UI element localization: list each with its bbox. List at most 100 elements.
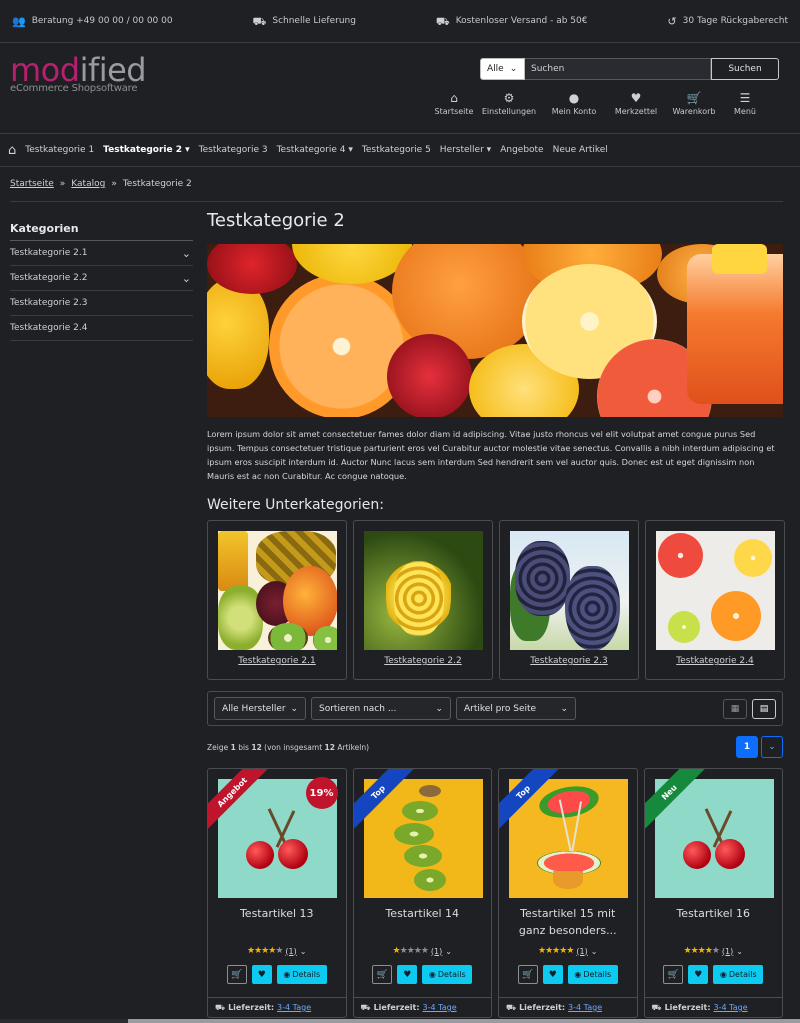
per-page-select[interactable]: Artikel pro Seite ⌄: [456, 697, 576, 720]
subcategory-link[interactable]: Testkategorie 2.2: [384, 656, 462, 666]
product-rating[interactable]: ★★★★★ (1) ⌄: [218, 946, 336, 956]
truck-icon: ⛟: [215, 1002, 226, 1012]
delivery-text: Schnelle Lieferung: [272, 16, 356, 26]
chevron-down-icon[interactable]: ⌄: [182, 247, 191, 260]
logo[interactable]: modified eCommerce Shopsoftware: [10, 54, 147, 94]
main-content: Testkategorie 2 Lorem ipsum dolor sit am…: [207, 210, 785, 1018]
product-card: Neu Testartikel 16 ★★★★★ (1) ⌄ 🛒 ♥ ◉ Details …: [643, 768, 783, 1018]
scrollbar-thumb[interactable]: [128, 1019, 800, 1023]
nav-item-hersteller[interactable]: Hersteller ▾: [440, 145, 491, 155]
result-to: 12: [251, 742, 262, 752]
header-nav-label: Merkzettel: [614, 107, 658, 116]
search-scope-select[interactable]: Alle ⌄: [480, 58, 525, 80]
delivery-time: ⛟ Lieferzeit: 3-4 Tage: [353, 997, 491, 1017]
add-to-cart-button[interactable]: 🛒: [517, 965, 538, 984]
subcategory-image: [363, 531, 483, 650]
product-name[interactable]: Testartikel 13: [218, 905, 336, 939]
sidebar-item[interactable]: Testkategorie 2.3: [10, 291, 193, 316]
home-icon[interactable]: ⌂: [8, 144, 16, 157]
delivery-value-link[interactable]: 3-4 Tage: [277, 1003, 311, 1012]
product-name[interactable]: Testartikel 14: [364, 905, 482, 939]
breadcrumb-link[interactable]: Katalog: [71, 179, 105, 189]
search-button[interactable]: Suchen: [711, 58, 779, 80]
truck-icon: ⛟: [506, 1002, 517, 1012]
search-form: Alle ⌄ Suchen Suchen: [480, 58, 779, 80]
details-button[interactable]: ◉ Details: [713, 965, 764, 984]
eye-icon: ◉: [428, 970, 436, 979]
grid-view-button[interactable]: ▦: [723, 698, 747, 719]
page-button-current[interactable]: 1: [736, 736, 758, 758]
page-next-button[interactable]: ⌄: [761, 736, 783, 758]
eye-icon: ◉: [283, 970, 291, 979]
nav-item-testkategorie-2[interactable]: Testkategorie 2 ▾: [103, 145, 190, 155]
product-name[interactable]: Testartikel 16: [655, 905, 773, 939]
header-nav-settings[interactable]: ⚙ Einstellungen: [476, 92, 542, 116]
nav-item-testkategorie-4[interactable]: Testkategorie 4 ▾: [277, 145, 353, 155]
star-rating-icon: ★★★★★: [538, 946, 574, 956]
cart-icon: 🛒: [667, 969, 679, 980]
add-to-cart-button[interactable]: 🛒: [372, 965, 393, 984]
header-nav-wishlist[interactable]: ♥ Merkzettel: [606, 92, 666, 116]
chevron-down-icon[interactable]: ⌄: [182, 272, 191, 285]
add-to-wishlist-button[interactable]: ♥: [542, 965, 563, 984]
details-label: Details: [728, 970, 757, 979]
breadcrumb-link[interactable]: Startseite: [10, 179, 54, 189]
heart-icon: ♥: [257, 969, 266, 980]
discount-badge: 19%: [305, 777, 338, 809]
subcategory-card[interactable]: Testkategorie 2.4: [645, 520, 785, 680]
add-to-wishlist-button[interactable]: ♥: [251, 965, 272, 984]
sidebar-item[interactable]: Testkategorie 2.1 ⌄: [10, 241, 193, 266]
search-input[interactable]: Suchen: [525, 58, 711, 80]
chevron-down-icon: ⌄: [299, 946, 307, 956]
header-nav-label: Einstellungen: [481, 107, 537, 116]
header-nav-account[interactable]: ● Mein Konto: [542, 92, 606, 116]
gear-icon: ⚙: [503, 91, 515, 105]
list-view-button[interactable]: ▤: [752, 698, 776, 719]
delivery-value-link[interactable]: 3-4 Tage: [568, 1003, 602, 1012]
subcategory-link[interactable]: Testkategorie 2.3: [530, 656, 608, 666]
cart-icon: 🛒: [686, 91, 702, 105]
returns-item: ↺ 30 Tage Rückgaberecht: [667, 16, 788, 27]
delivery-value-link[interactable]: 3-4 Tage: [423, 1003, 457, 1012]
category-sidebar: Kategorien Testkategorie 2.1 ⌄ Testkatego…: [10, 222, 193, 341]
sidebar-item[interactable]: Testkategorie 2.4: [10, 316, 193, 341]
details-label: Details: [583, 970, 612, 979]
add-to-cart-button[interactable]: 🛒: [663, 965, 684, 984]
horizontal-scrollbar[interactable]: [0, 1019, 800, 1023]
subcategory-card[interactable]: Testkategorie 2.1: [207, 520, 347, 680]
product-rating[interactable]: ★★★★★ (1) ⌄: [509, 946, 627, 956]
chevron-down-icon: ⌄: [435, 703, 443, 714]
header-nav-cart[interactable]: 🛒 Warenkorb: [666, 92, 722, 116]
delivery-value-link[interactable]: 3-4 Tage: [714, 1003, 748, 1012]
shipping-item: ⛟ Kostenloser Versand - ab 50€: [436, 16, 588, 27]
header-nav-home[interactable]: ⌂ Startseite: [432, 92, 476, 116]
add-to-cart-button[interactable]: 🛒: [226, 965, 247, 984]
nav-item-angebote[interactable]: Angebote: [500, 145, 543, 155]
nav-item-testkategorie-3[interactable]: Testkategorie 3: [199, 145, 268, 155]
nav-item-testkategorie-1[interactable]: Testkategorie 1: [25, 145, 94, 155]
sort-select[interactable]: Sortieren nach ... ⌄: [311, 697, 451, 720]
add-to-wishlist-button[interactable]: ♥: [397, 965, 418, 984]
add-to-wishlist-button[interactable]: ♥: [688, 965, 709, 984]
cart-icon: 🛒: [231, 969, 243, 980]
details-button[interactable]: ◉ Details: [422, 965, 473, 984]
details-button[interactable]: ◉ Details: [567, 965, 618, 984]
subcategory-link[interactable]: Testkategorie 2.4: [676, 656, 754, 666]
subcategory-card[interactable]: Testkategorie 2.3: [499, 520, 639, 680]
nav-item-neue-artikel[interactable]: Neue Artikel: [553, 145, 608, 155]
result-count-text: Zeige: [207, 742, 231, 752]
subcategory-link[interactable]: Testkategorie 2.1: [238, 656, 316, 666]
header-nav-menu[interactable]: ☰ Menü: [722, 92, 768, 116]
manufacturer-filter-select[interactable]: Alle Hersteller ⌄: [214, 697, 306, 720]
listing-filter-bar: Alle Hersteller ⌄ Sortieren nach ... ⌄ Art…: [207, 691, 783, 726]
result-count-text: bis: [235, 742, 252, 752]
product-rating[interactable]: ★★★★★ (1) ⌄: [655, 946, 773, 956]
details-button[interactable]: ◉ Details: [276, 965, 327, 984]
sidebar-item[interactable]: Testkategorie 2.2 ⌄: [10, 266, 193, 291]
nav-item-testkategorie-5[interactable]: Testkategorie 5: [362, 145, 431, 155]
subcategory-card[interactable]: Testkategorie 2.2: [353, 520, 493, 680]
product-name[interactable]: Testartikel 15 mit ganz besonders...: [509, 905, 627, 939]
caret-down-icon: ▾: [348, 145, 353, 155]
breadcrumb-separator: »: [111, 179, 117, 189]
product-rating[interactable]: ★★★★★ (1) ⌄: [364, 946, 482, 956]
